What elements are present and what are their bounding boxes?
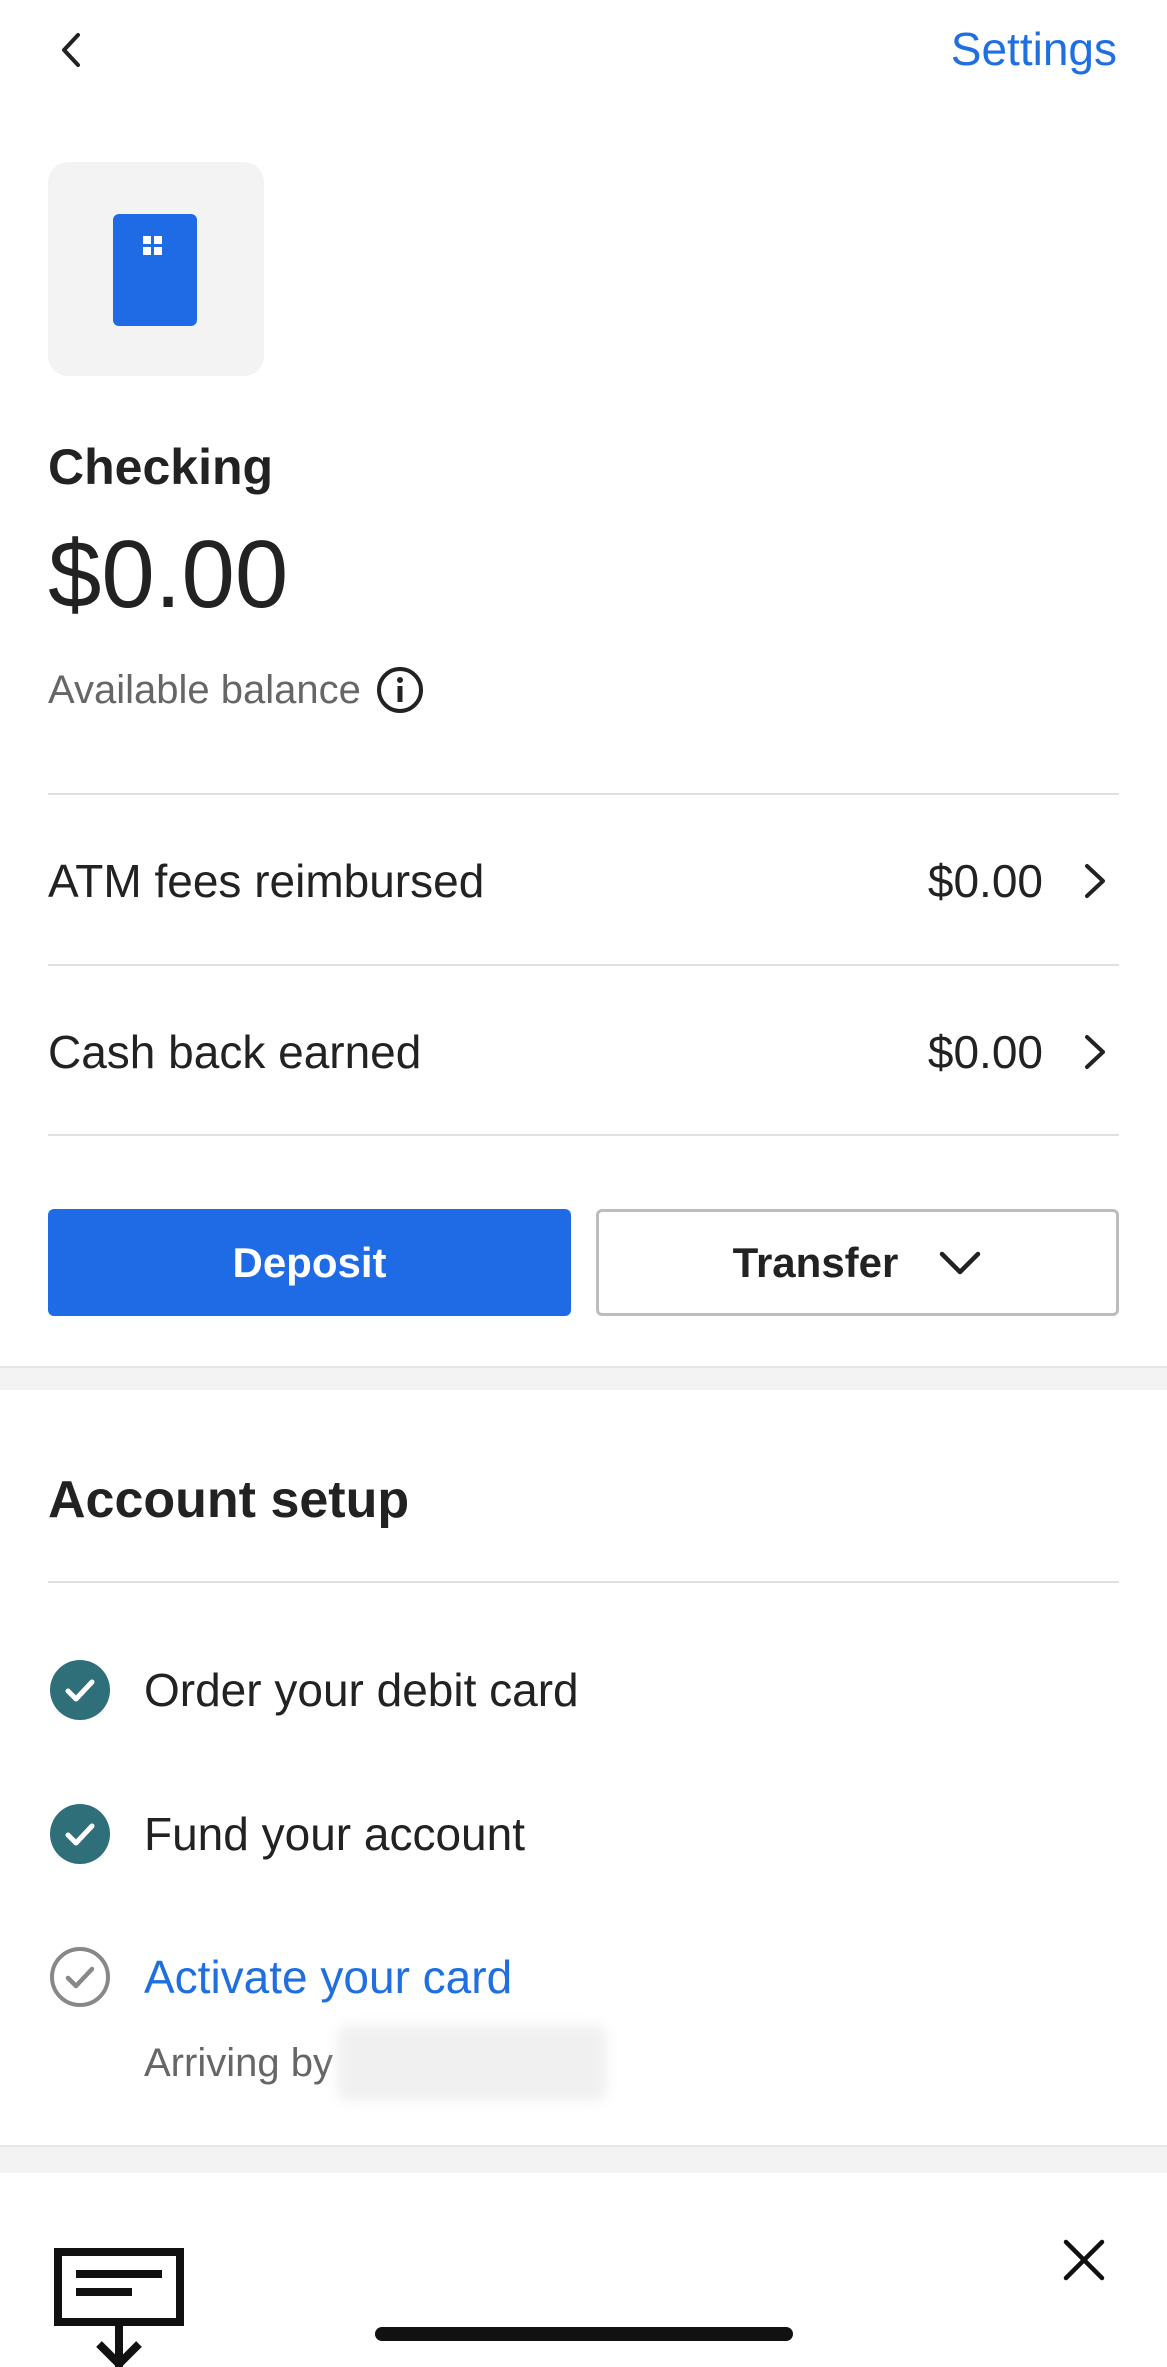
deposit-button[interactable]: Deposit <box>48 1209 571 1316</box>
task-label: Fund your account <box>144 1808 526 1860</box>
setup-task-activate-card[interactable]: Activate your card <box>48 1945 512 2009</box>
setup-task-order-card: Order your debit card <box>48 1658 579 1722</box>
account-name: Checking <box>48 439 274 495</box>
arriving-by-row: Arriving by <box>144 2025 607 2101</box>
chevron-right-icon <box>1071 1028 1119 1076</box>
account-icon-tile <box>48 162 264 376</box>
check-circle-filled-icon <box>48 1802 112 1866</box>
task-label: Order your debit card <box>144 1664 579 1716</box>
info-circle-icon[interactable] <box>375 665 425 715</box>
settings-link[interactable]: Settings <box>951 22 1117 76</box>
atm-fees-row[interactable]: ATM fees reimbursed $0.00 <box>48 797 1119 965</box>
divider <box>48 1581 1119 1583</box>
chevron-right-icon <box>1071 857 1119 905</box>
activate-card-link[interactable]: Activate your card <box>144 1950 512 2004</box>
row-value: $0.00 <box>927 1026 1043 1078</box>
account-balance: $0.00 <box>48 521 289 628</box>
check-deposit-icon <box>54 2248 184 2367</box>
row-value: $0.00 <box>927 855 1043 907</box>
debit-card-icon <box>113 214 197 326</box>
cash-back-row[interactable]: Cash back earned $0.00 <box>48 968 1119 1136</box>
section-separator <box>0 2145 1167 2173</box>
arriving-label: Arriving by <box>144 2040 333 2085</box>
transfer-button[interactable]: Transfer <box>596 1209 1119 1316</box>
close-icon <box>1063 2239 1105 2281</box>
chevron-left-icon <box>62 33 80 67</box>
divider <box>48 793 1119 795</box>
divider <box>48 964 1119 966</box>
redacted-date <box>336 2025 607 2101</box>
setup-task-fund-account: Fund your account <box>48 1802 525 1866</box>
back-button[interactable] <box>40 18 104 82</box>
check-circle-filled-icon <box>48 1658 112 1722</box>
transfer-label: Transfer <box>732 1238 899 1286</box>
chevron-down-icon <box>938 1249 982 1277</box>
section-separator <box>0 1366 1167 1390</box>
account-setup-title: Account setup <box>48 1471 410 1529</box>
divider <box>48 1134 1119 1136</box>
home-indicator[interactable] <box>375 2327 793 2341</box>
available-balance-row: Available balance <box>48 665 425 715</box>
available-balance-label: Available balance <box>48 667 361 712</box>
close-button[interactable] <box>1052 2228 1116 2292</box>
row-label: ATM fees reimbursed <box>48 855 485 907</box>
row-label: Cash back earned <box>48 1026 422 1078</box>
check-circle-outline-icon <box>48 1945 112 2009</box>
